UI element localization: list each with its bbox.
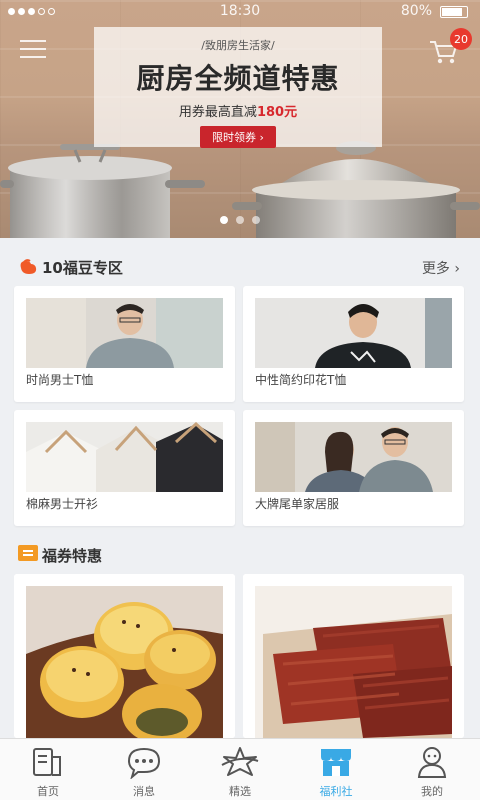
coupon-product-card[interactable] — [14, 574, 235, 738]
claim-coupon-button[interactable]: 限时领券 › — [200, 126, 276, 148]
product-label: 棉麻男士开衫 — [26, 497, 99, 511]
coupon-icon — [18, 545, 38, 561]
product-image — [255, 422, 452, 492]
section-title: 10福豆专区 — [42, 259, 123, 277]
product-card[interactable]: 时尚男士T恤 — [14, 286, 235, 402]
jerky-image — [243, 574, 464, 738]
star-icon — [221, 747, 259, 776]
tab-label: 首页 — [37, 785, 59, 798]
battery-percentage: 80% — [400, 3, 432, 19]
tab-label: 消息 — [133, 785, 155, 798]
bean-icon — [20, 259, 37, 274]
fudou-section-header: 10福豆专区 更多 › — [0, 244, 480, 288]
tab-home[interactable]: 首页 — [0, 739, 96, 800]
product-label: 中性简约印花T恤 — [255, 373, 347, 387]
more-link[interactable]: 更多 › — [422, 258, 460, 278]
coupon-product-card[interactable] — [243, 574, 464, 738]
carousel-dot[interactable] — [220, 216, 228, 224]
tab-featured[interactable]: 精选 — [192, 739, 288, 800]
status-bar: 18:30 80% — [0, 0, 480, 24]
product-card[interactable]: 棉麻男士开衫 — [14, 410, 235, 526]
carousel-dot[interactable] — [236, 216, 244, 224]
promo-description: 用券最高直减180元 — [178, 105, 298, 120]
shop-icon — [321, 749, 351, 776]
product-label: 大牌尾单家居服 — [255, 497, 340, 511]
message-icon — [127, 747, 161, 779]
mooncake-image — [14, 574, 235, 738]
product-image — [26, 422, 223, 492]
profile-icon — [417, 747, 447, 778]
tab-messages[interactable]: 消息 — [96, 739, 192, 800]
section-title: 福券特惠 — [42, 547, 103, 565]
product-label: 时尚男士T恤 — [26, 373, 94, 387]
tab-label: 我的 — [421, 785, 443, 798]
product-card[interactable]: 中性简约印花T恤 — [243, 286, 464, 402]
carousel-indicator — [0, 216, 480, 224]
bottom-tab-bar: 首页 消息 精选 福利社 我的 — [0, 738, 480, 800]
home-icon — [33, 748, 61, 776]
promo-banner[interactable]: 18:30 80% 20 /致朋房生活家/ 厨房全频道特惠 用券最高直减180元… — [0, 0, 480, 238]
coupon-section-header: 福券特惠 — [0, 532, 480, 576]
promo-title: 厨房全频道特惠 — [136, 62, 340, 95]
product-image — [255, 298, 452, 368]
promo-amount: 180元 — [256, 105, 298, 120]
tab-label: 精选 — [229, 785, 251, 798]
menu-icon[interactable] — [20, 40, 46, 60]
product-image — [26, 298, 223, 368]
tab-profile[interactable]: 我的 — [384, 739, 480, 800]
promo-subtitle: /致朋房生活家/ — [201, 39, 275, 52]
cart-count-badge: 20 — [450, 28, 472, 50]
battery-icon — [440, 6, 468, 18]
carousel-dot[interactable] — [252, 216, 260, 224]
tab-welfare[interactable]: 福利社 — [288, 739, 384, 800]
product-card[interactable]: 大牌尾单家居服 — [243, 410, 464, 526]
tab-label: 福利社 — [319, 785, 353, 798]
promo-box: /致朋房生活家/ 厨房全频道特惠 用券最高直减180元 限时领券 › — [94, 27, 382, 148]
